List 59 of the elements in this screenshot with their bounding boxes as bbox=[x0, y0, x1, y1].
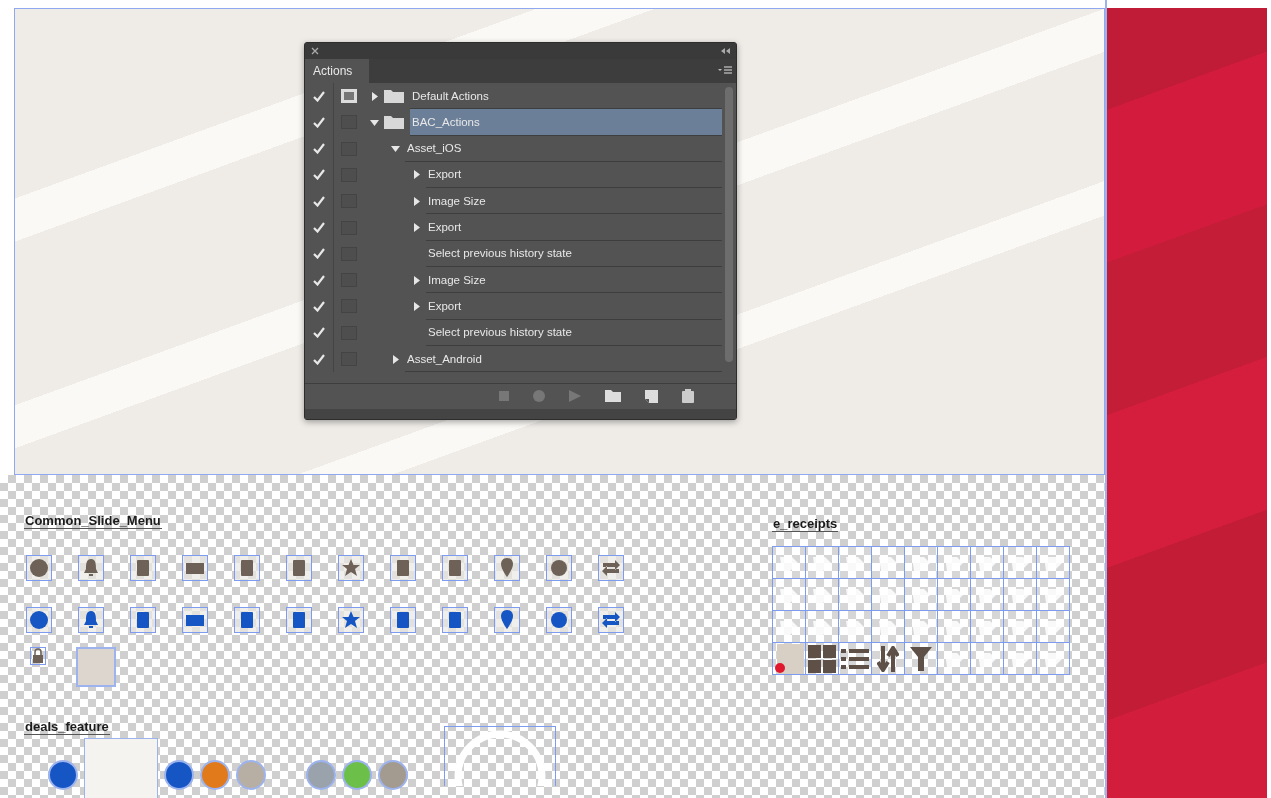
folder-icon bbox=[384, 115, 404, 130]
color-swatch bbox=[76, 647, 116, 687]
checkmark-icon[interactable] bbox=[313, 248, 325, 260]
expanded-triangle-icon[interactable] bbox=[390, 144, 400, 154]
receipt-icon bbox=[774, 643, 804, 674]
collapsed-triangle-icon[interactable] bbox=[390, 354, 400, 364]
section-title: deals_feature bbox=[24, 719, 110, 735]
lock-icon bbox=[30, 647, 46, 665]
play-button-icon bbox=[444, 726, 556, 786]
circle-icon bbox=[378, 760, 408, 790]
circle-icon bbox=[200, 760, 230, 790]
resize-grip[interactable] bbox=[305, 408, 736, 419]
checkmark-icon[interactable] bbox=[313, 300, 325, 312]
checkmark-icon[interactable] bbox=[313, 90, 325, 102]
checkmark-icon[interactable] bbox=[313, 353, 325, 365]
circle-icon bbox=[164, 760, 194, 790]
action-item[interactable]: Export bbox=[426, 161, 722, 189]
checkmark-icon[interactable] bbox=[313, 327, 325, 339]
new-item-icon[interactable] bbox=[645, 389, 658, 403]
checkmark-icon[interactable] bbox=[313, 143, 325, 155]
action-item[interactable]: Export bbox=[426, 214, 722, 241]
collapsed-triangle-icon[interactable] bbox=[411, 301, 421, 311]
action-item[interactable]: Export bbox=[426, 293, 722, 320]
action-item[interactable]: Select previous history state bbox=[426, 319, 722, 346]
collapsed-triangle-icon[interactable] bbox=[411, 223, 421, 233]
close-icon[interactable] bbox=[311, 46, 319, 55]
action-item[interactable]: Image Size bbox=[426, 267, 722, 294]
list-icon bbox=[841, 647, 869, 670]
folder-icon[interactable] bbox=[605, 390, 621, 403]
action-item[interactable]: Asset_Android bbox=[405, 345, 722, 373]
collapsed-triangle-icon[interactable] bbox=[411, 170, 421, 180]
action-item[interactable]: Select previous history state bbox=[426, 240, 722, 267]
checkmark-icon[interactable] bbox=[313, 222, 325, 234]
circle-icon bbox=[342, 760, 372, 790]
trash-icon[interactable] bbox=[682, 389, 694, 404]
collapsed-triangle-icon[interactable] bbox=[369, 91, 379, 101]
checkmark-icon[interactable] bbox=[313, 169, 325, 181]
checkmark-icon[interactable] bbox=[313, 116, 325, 128]
section-title: e_receipts bbox=[772, 516, 839, 532]
collapse-icon[interactable] bbox=[720, 47, 730, 54]
circle-icon bbox=[48, 760, 78, 790]
collapsed-triangle-icon[interactable] bbox=[411, 275, 421, 285]
collapsed-triangle-icon[interactable] bbox=[411, 196, 421, 206]
folder-icon bbox=[384, 89, 404, 104]
circle-icon bbox=[236, 760, 266, 790]
action-item[interactable]: Image Size bbox=[426, 188, 722, 215]
scrollbar-thumb[interactable] bbox=[725, 86, 733, 362]
actions-tab[interactable]: Actions bbox=[305, 58, 369, 83]
checkmark-icon[interactable] bbox=[313, 274, 325, 286]
section-title: Common_Slide_Menu bbox=[24, 513, 162, 529]
filter-icon bbox=[910, 646, 932, 671]
grid-icon bbox=[808, 644, 836, 673]
panel-menu-icon[interactable] bbox=[718, 65, 732, 76]
sort-icon bbox=[877, 645, 899, 672]
action-item[interactable]: BAC_Actions bbox=[410, 109, 722, 136]
checkmark-icon[interactable] bbox=[313, 195, 325, 207]
circle-icon bbox=[306, 760, 336, 790]
expanded-triangle-icon[interactable] bbox=[369, 117, 379, 127]
action-item[interactable]: Asset_iOS bbox=[405, 135, 722, 162]
